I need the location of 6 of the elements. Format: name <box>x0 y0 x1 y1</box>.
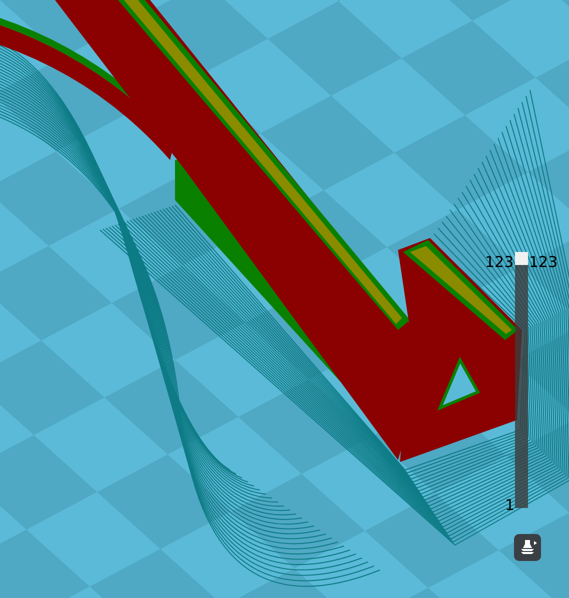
layer-slider-track[interactable] <box>515 252 528 508</box>
print-nozzle-icon[interactable] <box>514 534 541 561</box>
layer-slider-handle[interactable] <box>515 252 528 265</box>
lower-layer-label: 1 <box>505 496 515 514</box>
upper-layer-label: 123 <box>485 253 514 271</box>
upper-layer-label: 123 <box>529 253 558 271</box>
